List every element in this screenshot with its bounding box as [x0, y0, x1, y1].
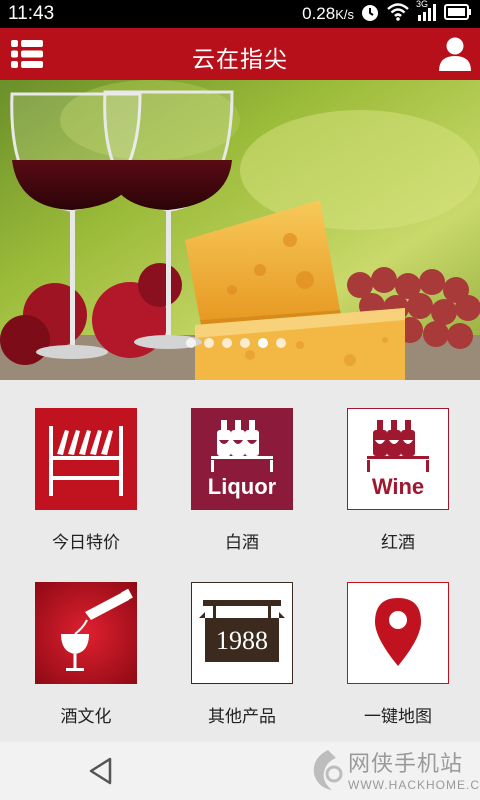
wine-rack-icon [35, 408, 137, 510]
hanging-sign-icon: 1988 [191, 582, 293, 684]
wine-pour-icon [35, 582, 137, 684]
grid-item-label: 酒文化 [60, 707, 112, 726]
page-title: 云在指尖 [192, 46, 288, 72]
category-grid: 今日特价 Liquor 白酒 Wine 红酒 酒文化 1988 其他产品 一键地… [0, 380, 480, 742]
data-rate: 0.28K/s [302, 4, 354, 23]
wine-bottles-icon: Wine [347, 408, 449, 510]
app-header: 云在指尖 [0, 28, 480, 80]
grid-item-label: 一键地图 [364, 707, 432, 726]
status-bar: 11:43 0.28K/s 3G [0, 0, 480, 28]
svg-text:Liquor: Liquor [208, 474, 277, 499]
grid-item-label: 红酒 [381, 533, 415, 552]
user-profile-icon [439, 37, 471, 71]
svg-text:1988: 1988 [216, 626, 268, 655]
grid-item-today-special[interactable]: 今日特价 [21, 408, 151, 568]
status-time: 11:43 [8, 3, 55, 24]
wifi-icon [386, 2, 410, 27]
carousel-dot[interactable] [276, 338, 286, 348]
carousel-dot[interactable] [204, 338, 214, 348]
profile-button[interactable] [438, 36, 472, 72]
carousel-dot[interactable] [222, 338, 232, 348]
cell-signal-icon: 3G [416, 0, 438, 27]
grid-item-liquor[interactable]: Liquor 白酒 [177, 408, 307, 568]
grid-item-wine[interactable]: Wine 红酒 [333, 408, 463, 568]
watermark-url: WWW.HACKHOME.COM [348, 778, 480, 792]
grid-item-wine-culture[interactable]: 酒文化 [21, 582, 151, 742]
grid-item-other-products[interactable]: 1988 其他产品 [177, 582, 307, 742]
carousel-dot-active[interactable] [258, 338, 268, 348]
watermark-name: 网侠手机站 [348, 751, 464, 776]
banner-image [0, 80, 480, 380]
grid-item-label: 今日特价 [52, 533, 120, 552]
watermark-logo-icon [313, 750, 343, 790]
banner-carousel[interactable] [0, 80, 480, 380]
carousel-dot[interactable] [240, 338, 250, 348]
grid-item-label: 其他产品 [208, 707, 276, 726]
liquor-bottles-icon: Liquor [191, 408, 293, 510]
battery-icon [444, 3, 472, 26]
grid-item-map[interactable]: 一键地图 [333, 582, 463, 742]
alarm-icon [360, 2, 380, 27]
svg-text:Wine: Wine [372, 474, 424, 499]
status-indicators: 0.28K/s 3G [302, 0, 472, 27]
back-triangle-icon [89, 757, 112, 785]
carousel-dot[interactable] [186, 338, 196, 348]
grid-item-label: 白酒 [225, 533, 259, 552]
map-pin-icon [347, 582, 449, 684]
back-button[interactable] [86, 756, 116, 786]
carousel-indicators [186, 338, 286, 348]
watermark: 网侠手机站 WWW.HACKHOME.COM [310, 742, 480, 800]
